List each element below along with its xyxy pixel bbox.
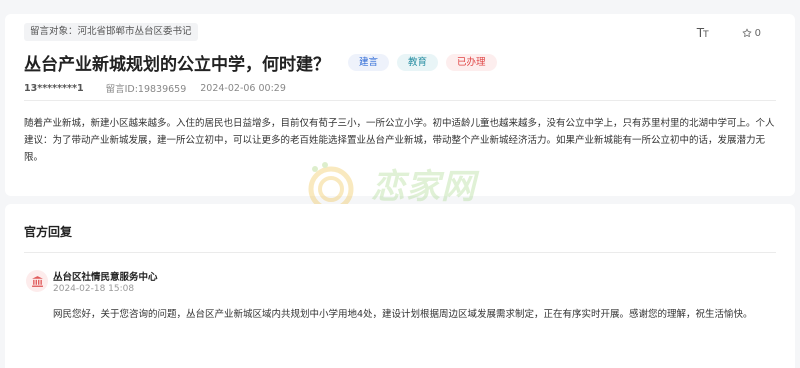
tag-education[interactable]: 教育 [397, 54, 439, 71]
message-datetime: 2024-02-06 00:29 [200, 82, 286, 94]
message-body: 随着产业新城，新建小区越来越多。入住的居民也日益增多，目前仅有荀子三小，一所公立… [24, 118, 775, 163]
message-card: 留言对象：河北省邯郸市丛台区委书记 TT 0 丛台产业新城规划的公立中学，何时建… [5, 14, 795, 216]
reply-card: 官方回复 丛台区社情民意服务中心 2024-02-18 15:08 网民您好，关… [5, 204, 795, 368]
reply-organization: 丛台区社情民意服务中心 [53, 272, 158, 283]
message-meta: 13********1 留言ID:19839659 2024-02-06 00:… [24, 81, 286, 96]
font-size-icon[interactable]: TT [697, 26, 709, 40]
reply-body: 网民您好，关于您咨询的问题，丛台区产业新城区域内共规划中小学用地4处，建设计划根… [53, 309, 753, 320]
status-badge: 已办理 [446, 54, 497, 71]
government-building-icon [31, 275, 43, 287]
reply-section-title: 官方回复 [24, 225, 73, 239]
message-id: 留言ID:19839659 [105, 84, 187, 95]
message-title: 丛台产业新城规划的公立中学，何时建？ [24, 55, 330, 75]
favorite-button[interactable]: 0 [742, 28, 761, 39]
tag-list: 建言 教育 已办理 [348, 54, 497, 71]
avatar [26, 270, 48, 292]
watermark-text: 恋家网 [371, 167, 476, 207]
star-icon [742, 28, 751, 37]
divider [24, 252, 776, 253]
reply-datetime: 2024-02-18 15:08 [53, 284, 135, 294]
user-name: 13********1 [24, 82, 84, 94]
message-target: 留言对象：河北省邯郸市丛台区委书记 [24, 23, 198, 41]
toolbar: TT 0 [697, 26, 761, 40]
divider [24, 100, 776, 101]
tag-advice[interactable]: 建言 [348, 54, 390, 71]
title-row: 丛台产业新城规划的公立中学，何时建？ 建言 教育 已办理 [24, 50, 497, 75]
favorite-count: 0 [754, 27, 761, 39]
